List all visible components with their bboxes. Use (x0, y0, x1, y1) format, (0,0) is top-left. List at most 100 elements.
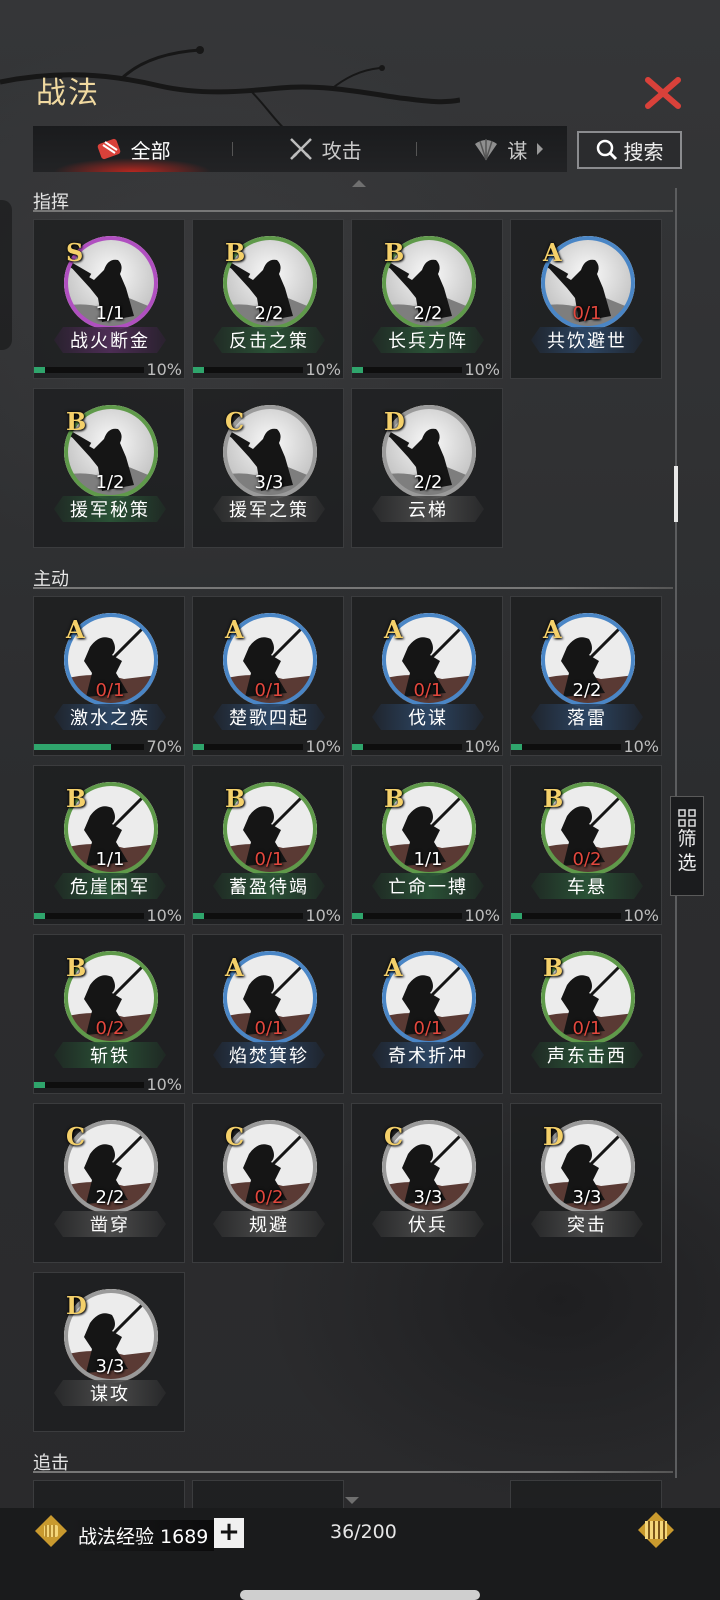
add-exp-button[interactable]: + (214, 1518, 244, 1548)
storage-box-icon[interactable] (636, 1510, 676, 1550)
tactic-name: 蓄盈待竭 (213, 873, 325, 899)
tactic-progress-bar (352, 367, 462, 373)
tactic-progress-bar (352, 744, 462, 750)
tactic-grade: A (543, 238, 562, 267)
tactic-grade: A (66, 615, 85, 644)
tactic-name: 车悬 (531, 873, 643, 899)
tactic-progress-text: 70% (146, 737, 182, 756)
tactic-card[interactable]: B 1/1 危崖困军 10% (33, 765, 185, 925)
tactic-progress-fill (34, 913, 45, 919)
tactic-count: 2/2 (413, 472, 443, 493)
search-button[interactable]: 搜索 (577, 131, 682, 169)
tactic-card[interactable]: A 0/1 楚歌四起 10% (192, 596, 344, 756)
tactic-card[interactable]: B 0/1 蓄盈待竭 10% (192, 765, 344, 925)
tactic-card[interactable]: B 2/2 长兵方阵 10% (351, 219, 503, 379)
tactic-card[interactable]: B 2/2 反击之策 10% (192, 219, 344, 379)
tactic-progress-bar (34, 367, 144, 373)
scroll-down-indicator (345, 1497, 359, 1504)
tactic-grade: A (543, 615, 562, 644)
close-button[interactable] (642, 72, 684, 114)
tactic-name: 伐谋 (372, 704, 484, 730)
tactic-grade: S (66, 238, 84, 267)
tab-strategy-label: 谋 (507, 138, 528, 163)
tab-strategy[interactable]: 谋 (417, 126, 567, 172)
tactic-progress-bar (352, 913, 462, 919)
crossed-swords-icon (289, 138, 312, 160)
tactics-list: 指挥 S 1/1 战火断金 10% B 2/2 反击之策 10% B 2/2 长兵方阵 10% A 0/1 共… (33, 188, 673, 1508)
filter-label-2: 选 (677, 852, 697, 874)
tactic-grade: B (66, 784, 87, 813)
tactic-count: 3/3 (572, 1187, 602, 1208)
tactic-progress-bar (193, 367, 303, 373)
filter-button[interactable]: 筛 选 (670, 796, 704, 896)
tactic-progress-bar (34, 913, 144, 919)
close-icon (645, 77, 681, 109)
tactic-count: 0/1 (413, 1018, 443, 1039)
scrollbar-thumb[interactable] (674, 466, 678, 522)
tactic-card[interactable]: A 0/1 共饮避世 (510, 219, 662, 379)
tactic-name: 云梯 (372, 496, 484, 522)
tactic-name: 焰焚箕轸 (213, 1042, 325, 1068)
section-divider (33, 587, 673, 589)
tactic-card-partial[interactable] (192, 1480, 344, 1508)
tactic-card[interactable]: D 3/3 谋攻 (33, 1272, 185, 1432)
tactic-card[interactable]: B 0/2 车悬 10% (510, 765, 662, 925)
tactic-progress-text: 10% (305, 360, 341, 379)
tactic-name: 落雷 (531, 704, 643, 730)
tactic-card[interactable]: C 3/3 伏兵 (351, 1103, 503, 1263)
tactic-card[interactable]: C 0/2 规避 (192, 1103, 344, 1263)
tactic-card[interactable]: B 0/1 声东击西 (510, 934, 662, 1094)
tab-all-label: 全部 (130, 138, 171, 163)
tactic-card[interactable]: A 0/1 激水之疾 70% (33, 596, 185, 756)
tactic-card-partial[interactable] (33, 1480, 185, 1508)
search-icon (596, 139, 617, 161)
tactic-card-partial[interactable] (510, 1480, 662, 1508)
tactic-count: 1/1 (95, 849, 125, 870)
tactic-card[interactable]: C 3/3 援军之策 (192, 388, 344, 548)
tactic-card[interactable]: A 0/1 奇术折冲 (351, 934, 503, 1094)
tactic-grade: C (66, 1122, 86, 1151)
tactic-name: 突击 (531, 1211, 643, 1237)
tactic-progress-text: 10% (464, 737, 500, 756)
tactic-progress-text: 10% (464, 906, 500, 925)
tactic-progress-bar (193, 913, 303, 919)
tactic-card[interactable]: S 1/1 战火断金 10% (33, 219, 185, 379)
tab-all[interactable]: 全部 (33, 126, 232, 172)
tactic-capacity: 36/200 (330, 1521, 397, 1543)
tactic-progress-text: 10% (464, 360, 500, 379)
fist-exp-icon (35, 1515, 67, 1547)
tactic-card[interactable]: A 2/2 落雷 10% (510, 596, 662, 756)
tactic-count: 2/2 (413, 303, 443, 324)
home-indicator (240, 1590, 480, 1600)
tactic-grade: B (225, 238, 246, 267)
tactic-progress-bar (511, 744, 621, 750)
tactic-card[interactable]: B 0/2 斩铁 10% (33, 934, 185, 1094)
tab-attack[interactable]: 攻击 (233, 126, 416, 172)
tactic-name: 援军秘策 (54, 496, 166, 522)
tactic-card[interactable]: D 2/2 云梯 (351, 388, 503, 548)
tactic-card[interactable]: B 1/1 亡命一搏 10% (351, 765, 503, 925)
tactic-grade: B (384, 238, 405, 267)
tactic-card[interactable]: D 3/3 突击 (510, 1103, 662, 1263)
tactic-card[interactable]: B 1/2 援军秘策 (33, 388, 185, 548)
tactic-grade: A (384, 953, 403, 982)
scroll-bundle-icon (97, 138, 120, 160)
tactic-card[interactable]: A 0/1 焰焚箕轸 (192, 934, 344, 1094)
tactic-count: 3/3 (413, 1187, 443, 1208)
tactic-progress-bar (511, 913, 621, 919)
tactic-progress-fill (193, 367, 204, 373)
tactic-name: 亡命一搏 (372, 873, 484, 899)
tactic-progress-text: 10% (623, 737, 659, 756)
left-edge-tab[interactable] (0, 200, 12, 350)
tactic-grade: D (543, 1122, 564, 1151)
tactic-grade: C (384, 1122, 404, 1151)
tactic-grade: B (543, 784, 564, 813)
grid-filter-icon (678, 809, 696, 827)
tactic-name: 激水之疾 (54, 704, 166, 730)
tactic-count: 3/3 (254, 472, 284, 493)
tactic-grade: A (384, 615, 403, 644)
tactic-progress-fill (352, 913, 363, 919)
tactic-card[interactable]: A 0/1 伐谋 10% (351, 596, 503, 756)
tactic-card[interactable]: C 2/2 凿穿 (33, 1103, 185, 1263)
tactic-count: 2/2 (572, 680, 602, 701)
